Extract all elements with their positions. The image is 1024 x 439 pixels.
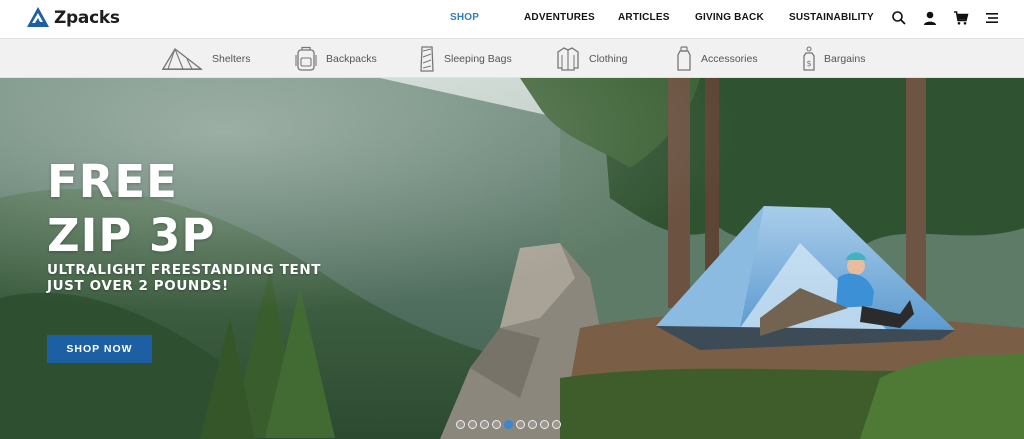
category-label: Backpacks — [326, 53, 377, 65]
hero-banner[interactable]: FREE ZIP 3P ULTRALIGHT FREESTANDING TENT… — [0, 78, 1024, 439]
cart-icon[interactable] — [953, 10, 969, 26]
carousel-dot[interactable] — [528, 420, 537, 429]
carousel-dot[interactable] — [456, 420, 465, 429]
category-label: Shelters — [212, 53, 251, 65]
category-label: Clothing — [589, 53, 628, 65]
nav-adventures[interactable]: ADVENTURES — [524, 12, 595, 23]
category-backpacks[interactable]: Backpacks — [295, 39, 377, 79]
nav-sustainability[interactable]: SUSTAINABILITY — [789, 12, 874, 23]
category-label: Bargains — [824, 53, 866, 65]
nav-shop[interactable]: SHOP — [450, 12, 479, 23]
category-accessories[interactable]: Accessories — [676, 39, 758, 79]
svg-text:$: $ — [806, 59, 811, 68]
category-bargains[interactable]: $ Bargains — [803, 39, 865, 79]
menu-icon[interactable] — [984, 10, 1000, 26]
carousel-dot[interactable] — [552, 420, 561, 429]
jacket-icon — [557, 47, 579, 71]
category-bar: Shelters Backpacks Sleeping Bags Clothin… — [0, 38, 1024, 78]
nav-giving-back[interactable]: GIVING BACK — [695, 12, 764, 23]
search-icon[interactable] — [891, 10, 907, 26]
category-shelters[interactable]: Shelters — [161, 39, 251, 79]
sleeping-bag-icon — [420, 46, 434, 72]
nav-articles[interactable]: ARTICLES — [618, 12, 670, 23]
carousel-dot[interactable] — [540, 420, 549, 429]
category-clothing[interactable]: Clothing — [556, 39, 628, 79]
tent-icon — [161, 48, 203, 71]
account-icon[interactable] — [922, 10, 938, 26]
hero-subtitle-line-1: ULTRALIGHT FREESTANDING TENT — [47, 262, 322, 278]
backpack-icon — [295, 46, 317, 71]
category-label: Sleeping Bags — [444, 53, 512, 65]
carousel-dot[interactable] — [516, 420, 525, 429]
carousel-indicators — [456, 420, 561, 430]
carousel-dot[interactable] — [504, 420, 513, 429]
hero-title-line-2: ZIP 3P — [47, 209, 216, 262]
bottle-icon — [677, 46, 691, 71]
hero-subtitle-line-2: JUST OVER 2 POUNDS! — [47, 278, 229, 294]
category-sleeping-bags[interactable]: Sleeping Bags — [419, 39, 512, 79]
carousel-dot[interactable] — [492, 420, 501, 429]
main-nav: SHOP ADVENTURES ARTICLES GIVING BACK SUS… — [0, 0, 1024, 36]
category-label: Accessories — [701, 53, 758, 65]
top-navigation-bar: Zpacks SHOP ADVENTURES ARTICLES GIVING B… — [0, 0, 1024, 38]
price-tag-icon: $ — [803, 46, 815, 71]
carousel-dot[interactable] — [468, 420, 477, 429]
carousel-dot[interactable] — [480, 420, 489, 429]
shop-now-button[interactable]: SHOP NOW — [47, 335, 152, 363]
hero-title-line-1: FREE — [47, 155, 178, 208]
